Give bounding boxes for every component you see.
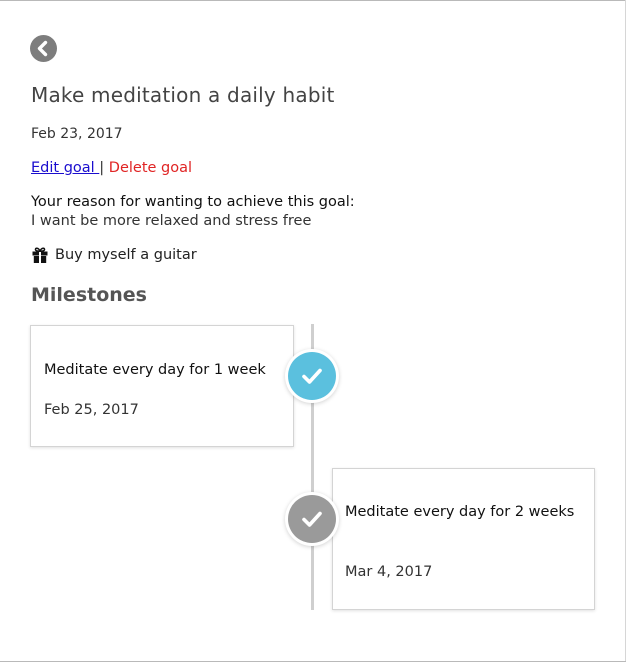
goal-date: Feb 23, 2017 [31,126,123,142]
gift-icon [32,247,48,263]
milestone-date: Mar 4, 2017 [345,564,433,580]
delete-goal-link[interactable]: Delete goal [109,160,192,176]
checkmark-icon [302,368,322,384]
reason-text: I want be more relaxed and stress free [31,213,312,229]
milestone-date: Feb 25, 2017 [44,402,139,418]
top-border [0,0,626,1]
goal-actions: Edit goal | Delete goal [31,160,192,176]
milestone-title: Meditate every day for 2 weeks [345,504,575,520]
milestone-status-completed[interactable] [285,349,339,403]
milestone-card[interactable]: Meditate every day for 2 weeks Mar 4, 20… [332,468,595,610]
milestone-status-pending[interactable] [285,492,339,546]
checkmark-icon [302,511,322,527]
action-separator: | [99,160,105,176]
reward: Buy myself a guitar [31,246,197,264]
milestone-title: Meditate every day for 1 week [44,362,266,378]
back-button[interactable] [30,35,57,62]
milestones-heading: Milestones [31,284,147,306]
chevron-left-icon [37,40,48,57]
reason-heading: Your reason for wanting to achieve this … [31,194,355,210]
goal-title: Make meditation a daily habit [31,83,335,107]
edit-goal-link[interactable]: Edit goal [31,160,99,176]
milestone-card[interactable]: Meditate every day for 1 week Feb 25, 20… [30,325,294,447]
reward-text: Buy myself a guitar [55,247,197,263]
